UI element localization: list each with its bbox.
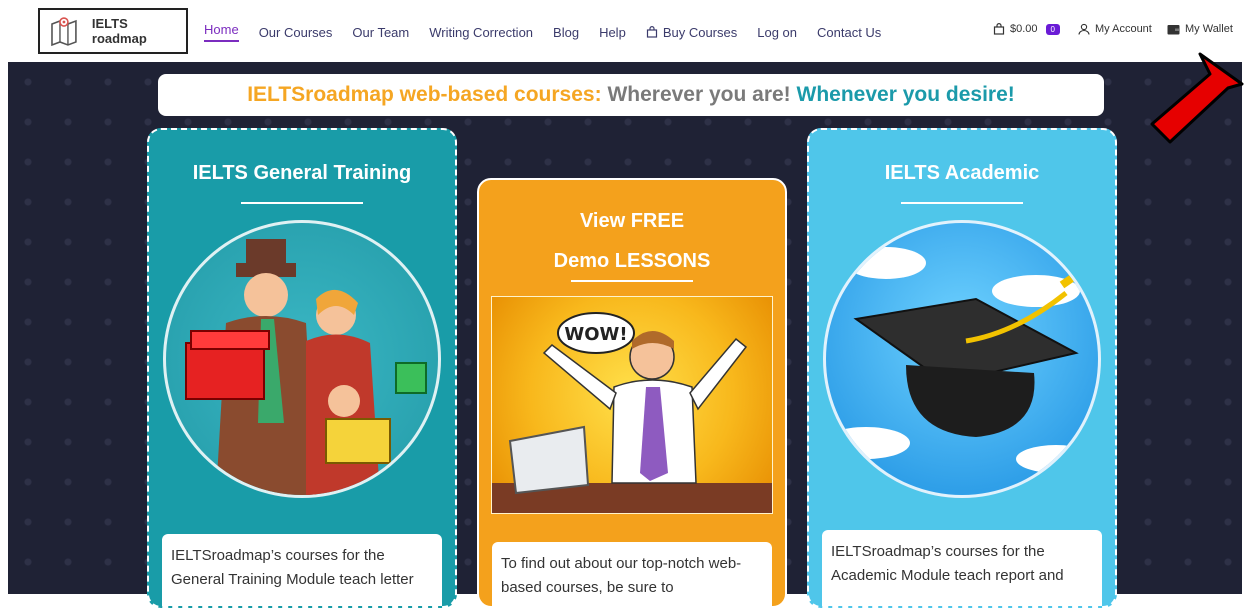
- general-training-illustration: [163, 220, 441, 498]
- nav-buy-courses-label: Buy Courses: [662, 24, 738, 40]
- nav-our-team[interactable]: Our Team: [352, 22, 409, 42]
- demo-description: To find out about our top-notch web-base…: [492, 542, 772, 606]
- headline-part-3: Whenever you desire!: [796, 83, 1015, 106]
- demo-illustration: WOW!: [491, 296, 773, 514]
- my-account-link[interactable]: My Account: [1078, 23, 1152, 35]
- wow-bubble-text: WOW!: [564, 324, 627, 345]
- my-account-label: My Account: [1095, 23, 1152, 35]
- cart-count-badge: 0: [1045, 23, 1060, 35]
- nav-home[interactable]: Home: [204, 22, 239, 42]
- hero-headline: IELTSroadmap web-based courses: Wherever…: [158, 74, 1104, 116]
- general-training-card[interactable]: IELTS General Training IELTSroadmap’s co…: [147, 128, 457, 608]
- wallet-icon: [1167, 24, 1180, 34]
- title-divider: [241, 202, 363, 204]
- site-logo[interactable]: IELTS roadmap: [38, 8, 188, 54]
- nav-blog[interactable]: Blog: [553, 22, 579, 42]
- nav-contact-us[interactable]: Contact Us: [817, 22, 881, 42]
- academic-illustration: [823, 220, 1101, 498]
- cart-link[interactable]: $0.00 0: [993, 23, 1060, 35]
- demo-title-line-1: View FREE: [579, 210, 685, 232]
- headline-part-1: IELTSroadmap web-based courses:: [247, 83, 602, 106]
- nav-our-courses[interactable]: Our Courses: [259, 22, 333, 42]
- title-divider: [571, 280, 693, 282]
- logo-text: IELTS roadmap: [91, 16, 147, 46]
- shopping-bag-icon: [993, 23, 1005, 35]
- nav-buy-courses[interactable]: Buy Courses: [646, 22, 737, 42]
- free-demo-card[interactable]: View FREE Demo LESSONS WOW! To find out …: [477, 178, 787, 608]
- general-training-title: IELTS General Training: [192, 162, 412, 184]
- site-header: IELTS roadmap Home Our Courses Our Team …: [0, 0, 1250, 62]
- nav-writing-correction[interactable]: Writing Correction: [429, 22, 533, 42]
- general-training-description: IELTSroadmap’s courses for the General T…: [162, 534, 442, 606]
- academic-description: IELTSroadmap’s courses for the Academic …: [822, 530, 1102, 606]
- my-wallet-label: My Wallet: [1185, 23, 1233, 35]
- nav-log-on[interactable]: Log on: [757, 22, 797, 42]
- nav-help[interactable]: Help: [599, 22, 626, 42]
- academic-title: IELTS Academic: [884, 162, 1040, 184]
- cart-total: $0.00: [1010, 23, 1038, 35]
- headline-part-2: Wherever you are!: [607, 83, 791, 106]
- map-pin-icon: [51, 17, 77, 46]
- academic-card[interactable]: IELTS Academic IELTSroadmap’s courses fo…: [807, 128, 1117, 608]
- red-arrow-annotation: [1150, 52, 1244, 144]
- user-icon: [1078, 23, 1090, 35]
- main-nav: Home Our Courses Our Team Writing Correc…: [204, 22, 881, 42]
- my-wallet-link[interactable]: My Wallet: [1167, 23, 1233, 35]
- title-divider: [901, 202, 1023, 204]
- demo-title-line-2: Demo LESSONS: [553, 250, 711, 272]
- shopping-bag-icon: [646, 26, 657, 38]
